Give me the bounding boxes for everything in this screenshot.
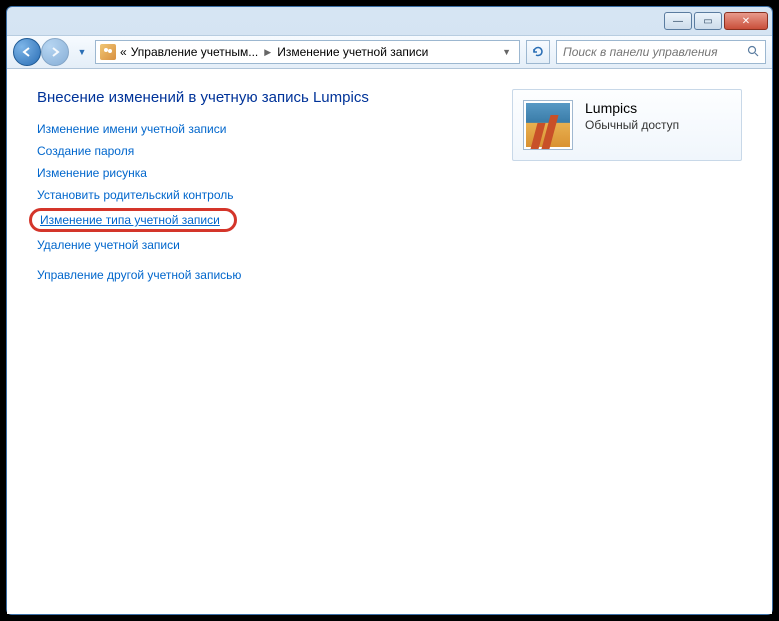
link-parental-control[interactable]: Установить родительский контроль [37, 188, 234, 202]
refresh-button[interactable] [526, 40, 550, 64]
content-area: Внесение изменений в учетную запись Lump… [7, 69, 772, 614]
user-accounts-icon [100, 44, 116, 60]
maximize-button[interactable]: ▭ [694, 12, 722, 30]
main-column: Внесение изменений в учетную запись Lump… [37, 89, 472, 290]
titlebar: — ▭ ✕ [7, 7, 772, 35]
search-box[interactable] [556, 40, 766, 64]
arrow-right-icon [49, 46, 61, 58]
control-panel-window: — ▭ ✕ ▼ « Управление учетным... ▶ Измене… [6, 6, 773, 615]
search-icon [747, 45, 759, 60]
search-input[interactable] [563, 45, 741, 59]
task-link-list: Изменение имени учетной записи Создание … [37, 122, 472, 282]
page-title: Внесение изменений в учетную запись Lump… [37, 89, 472, 106]
annotation-highlight: Изменение типа учетной записи [29, 208, 237, 232]
link-rename-account[interactable]: Изменение имени учетной записи [37, 122, 226, 136]
link-create-password[interactable]: Создание пароля [37, 144, 134, 158]
address-bar[interactable]: « Управление учетным... ▶ Изменение учет… [95, 40, 520, 64]
side-column: Lumpics Обычный доступ [512, 89, 742, 161]
breadcrumb-item[interactable]: Изменение учетной записи [277, 45, 428, 59]
breadcrumb-prefix: « [120, 45, 127, 59]
user-account-card: Lumpics Обычный доступ [512, 89, 742, 161]
back-button[interactable] [13, 38, 41, 66]
link-change-account-type[interactable]: Изменение типа учетной записи [40, 213, 220, 227]
link-change-picture[interactable]: Изменение рисунка [37, 166, 147, 180]
user-role: Обычный доступ [585, 118, 679, 132]
refresh-icon [531, 45, 545, 59]
window-controls: — ▭ ✕ [664, 12, 768, 30]
forward-button[interactable] [41, 38, 69, 66]
user-info: Lumpics Обычный доступ [585, 100, 679, 132]
arrow-left-icon [21, 46, 33, 58]
chevron-down-icon[interactable]: ▼ [498, 47, 515, 57]
close-button[interactable]: ✕ [724, 12, 768, 30]
nav-arrows [13, 38, 69, 66]
link-manage-other-account[interactable]: Управление другой учетной записью [37, 268, 241, 282]
user-name: Lumpics [585, 100, 679, 116]
minimize-button[interactable]: — [664, 12, 692, 30]
user-picture [523, 100, 573, 150]
nav-toolbar: ▼ « Управление учетным... ▶ Изменение уч… [7, 35, 772, 69]
breadcrumb-item[interactable]: Управление учетным... [131, 45, 259, 59]
chevron-right-icon: ▶ [262, 47, 273, 58]
link-delete-account[interactable]: Удаление учетной записи [37, 238, 180, 252]
history-dropdown[interactable]: ▼ [75, 42, 89, 62]
